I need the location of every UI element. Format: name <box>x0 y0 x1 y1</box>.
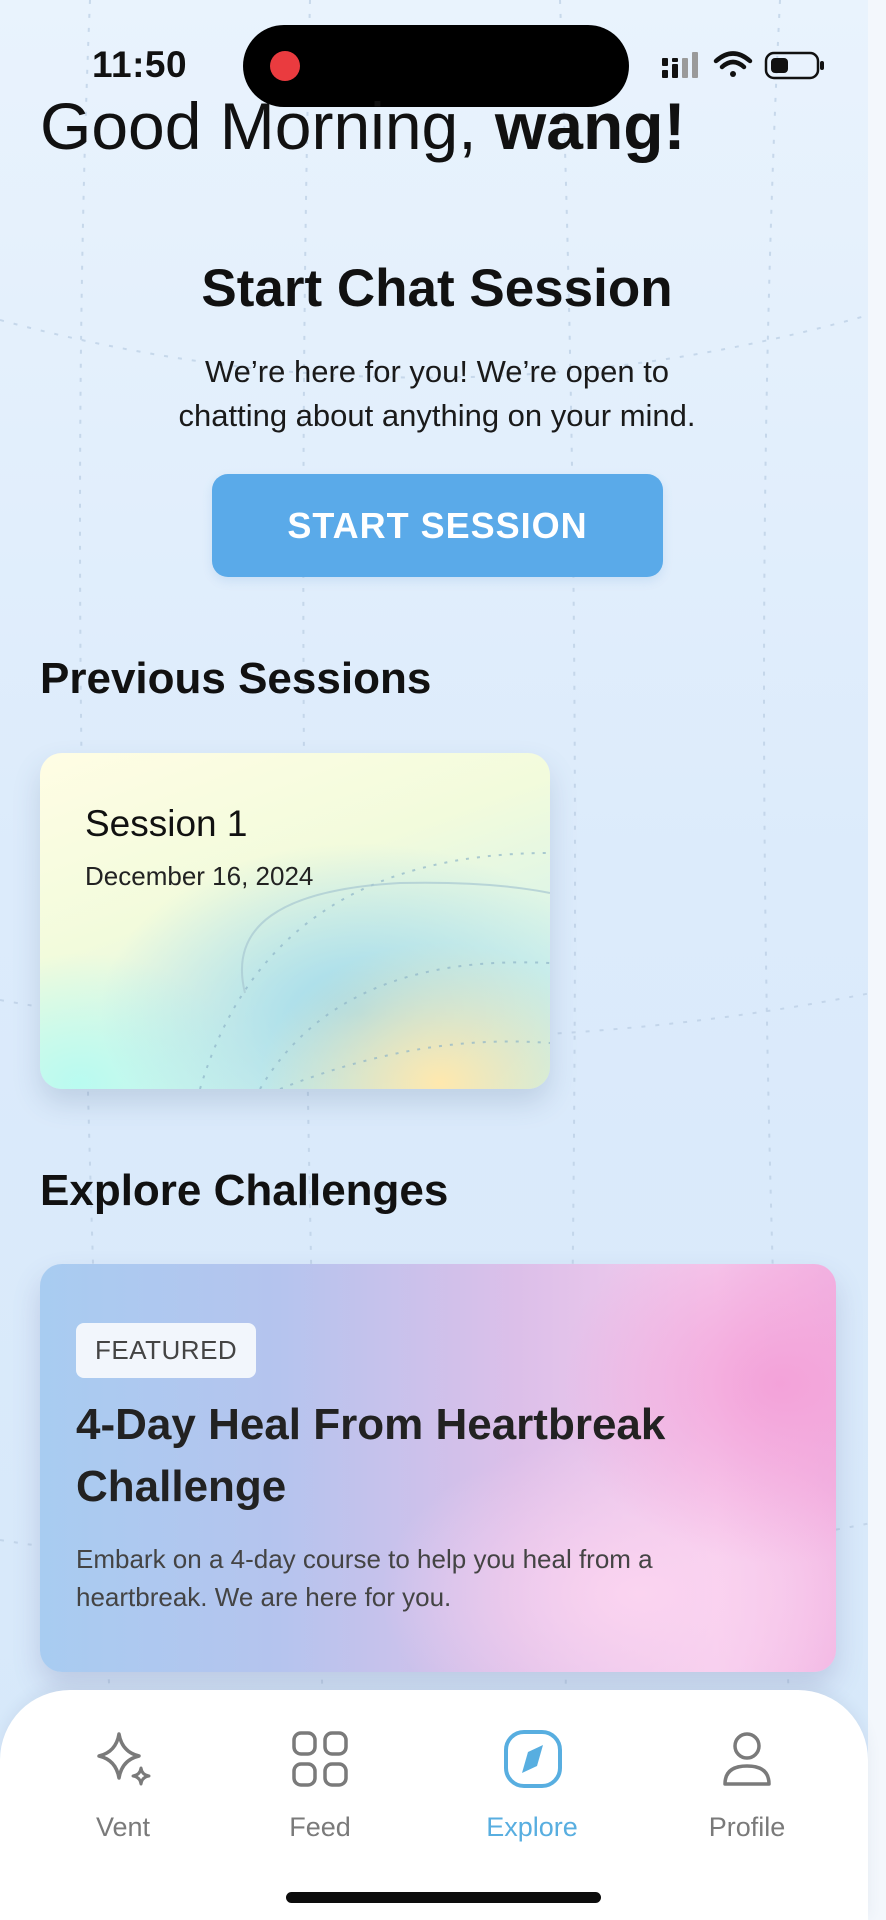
recording-indicator-icon <box>270 51 300 81</box>
nav-item-vent[interactable]: Vent <box>33 1730 213 1843</box>
previous-sessions-heading: Previous Sessions <box>40 654 432 703</box>
nav-item-feed[interactable]: Feed <box>230 1730 410 1843</box>
start-session-button[interactable]: START SESSION <box>212 474 663 577</box>
home-indicator[interactable] <box>286 1892 601 1903</box>
chat-section-title: Start Chat Session <box>201 259 673 318</box>
greeting-prefix: Good Morning, <box>40 89 495 163</box>
status-time: 11:50 <box>92 44 188 85</box>
status-icons <box>662 51 824 80</box>
chat-section-subtitle: We’re here for you! We’re open to chatti… <box>178 354 696 433</box>
nav-item-profile[interactable]: Profile <box>657 1730 837 1843</box>
grid-icon <box>292 1731 348 1787</box>
nav-label-vent: Vent <box>95 1812 151 1842</box>
bottom-nav: Vent Feed Explore Profile <box>0 1690 868 1920</box>
explore-challenges-heading: Explore Challenges <box>40 1166 449 1215</box>
greeting-username: wang! <box>494 89 686 163</box>
session-title: Session 1 <box>85 803 248 844</box>
sparkle-icon <box>97 1732 151 1786</box>
session-date: December 16, 2024 <box>85 861 314 891</box>
compass-icon <box>504 1730 562 1788</box>
user-icon <box>723 1732 771 1786</box>
signal-icon <box>662 52 698 78</box>
session-card[interactable]: Session 1 December 16, 2024 <box>40 753 550 1089</box>
battery-icon <box>764 51 824 80</box>
wifi-icon <box>713 51 753 77</box>
challenge-description: Embark on a 4-day course to help you hea… <box>76 1544 653 1612</box>
greeting-title: Good Morning, wang! <box>40 88 686 164</box>
nav-item-explore[interactable]: Explore <box>442 1730 622 1843</box>
challenge-title: 4-Day Heal From Heartbreak Challenge <box>76 1400 666 1511</box>
featured-badge: FEATURED <box>76 1323 257 1378</box>
nav-label-profile: Profile <box>708 1812 786 1842</box>
featured-challenge-card[interactable]: FEATURED 4-Day Heal From Heartbreak Chal… <box>40 1264 836 1672</box>
nav-label-explore: Explore <box>486 1812 578 1842</box>
nav-label-feed: Feed <box>289 1812 351 1842</box>
